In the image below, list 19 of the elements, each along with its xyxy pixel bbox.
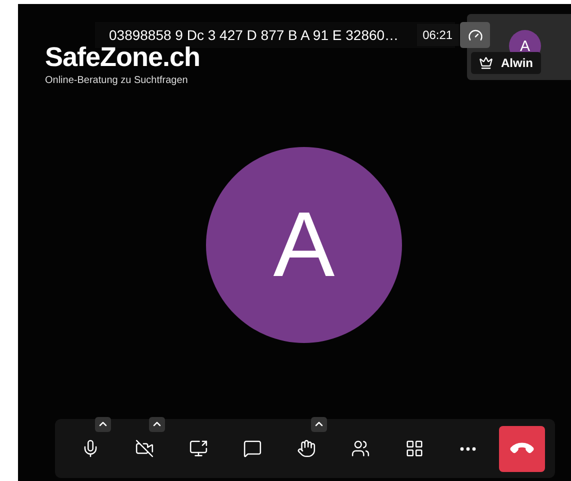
hang-up-button[interactable]: [499, 426, 545, 472]
logo-text: SafeZone.ch: [45, 44, 200, 71]
options-caret[interactable]: [149, 416, 165, 432]
call-timer: 06:21: [416, 24, 459, 46]
chat-icon: [242, 439, 262, 458]
hand-icon: [296, 439, 316, 458]
screen-share-icon: [188, 439, 208, 458]
gauge-icon: [468, 28, 482, 42]
camera-off-icon: [134, 439, 154, 458]
people-icon: [350, 439, 370, 458]
options-caret[interactable]: [311, 416, 327, 432]
grid-icon: [404, 439, 424, 458]
speaker-avatar: A: [206, 147, 402, 343]
meeting-title: 03898858 9 Dc 3 427 D 877 B A 91 E 32860…: [109, 27, 399, 43]
options-caret[interactable]: [95, 416, 111, 432]
participant-thumbnail[interactable]: A Alwin: [467, 14, 571, 80]
connection-button[interactable]: [460, 22, 490, 48]
ellipsis-icon: [460, 446, 476, 450]
logo-tagline: Online-Beratung zu Suchtfragen: [45, 75, 189, 86]
